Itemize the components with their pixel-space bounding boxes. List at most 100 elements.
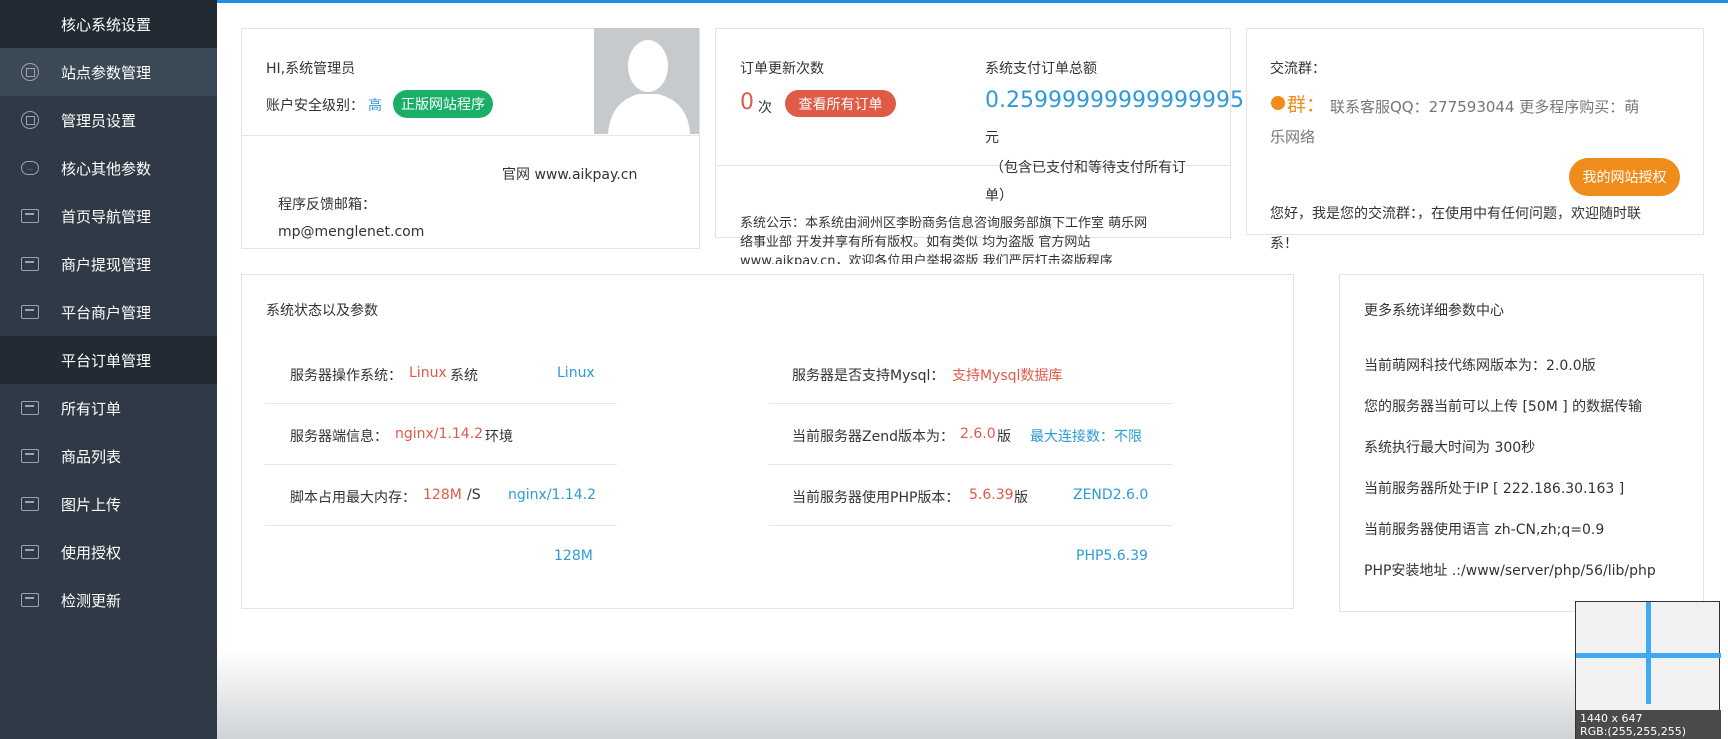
feedback-label: 程序反馈邮箱： xyxy=(278,197,376,213)
box-icon xyxy=(20,302,40,322)
status-title: 系统状态以及参数 xyxy=(266,303,378,319)
server-label: 服务器端信息： xyxy=(290,429,388,445)
sidebar-item-3[interactable]: ... 核心其他参数 xyxy=(0,144,217,192)
memory-right-value-2: 128M xyxy=(554,548,593,564)
user-silhouette-icon xyxy=(608,40,690,134)
box-icon xyxy=(20,398,40,418)
sidebar: 核心系统设置 站点参数管理 管理员设置... 核心其他参数 首页导航管理 商户提现管理 平台… xyxy=(0,0,217,739)
picker-info: 1440 x 647 RGB:(255,255,255) xyxy=(1576,710,1721,739)
detail-upload-limit: 您的服务器当前可以上传 [50M ] 的数据传输 xyxy=(1364,399,1643,415)
detail-server-ip: 当前服务器所处于IP [ 222.186.30.163 ] xyxy=(1364,481,1625,497)
system-notice-line-3: www.aikpay.cn，欢迎各位用户举报盗版 我们严厉打击盗版程序 xyxy=(740,254,1113,264)
sidebar-item-8[interactable]: 所有订单 xyxy=(0,384,217,432)
view-all-orders-button[interactable]: 查看所有订单 xyxy=(785,90,896,117)
sidebar-item-label: 核心系统设置 xyxy=(61,15,152,34)
sidebar-item-label: 使用授权 xyxy=(61,543,122,562)
feedback-email[interactable]: mp@menglenet.com xyxy=(278,224,424,240)
sidebar-item-9[interactable]: 商品列表 xyxy=(0,432,217,480)
order-times-unit: 次 xyxy=(758,100,772,116)
detail-max-time: 系统执行最大时间为 300秒 xyxy=(1364,440,1536,456)
sidebar-item-label: 核心其他参数 xyxy=(61,159,152,178)
security-level: 高 xyxy=(368,98,382,114)
sidebar-item-label: 商户提现管理 xyxy=(61,255,152,274)
os-right-value: Linux xyxy=(557,365,595,381)
zend-value: 2.6.0 xyxy=(960,426,996,442)
color-picker-overlay: 1440 x 647 RGB:(255,255,255) xyxy=(1575,601,1721,739)
server-suffix: 环境 xyxy=(485,429,513,445)
payment-total-note-end: 单） xyxy=(985,188,1013,204)
php-value: 5.6.39 xyxy=(969,487,1014,503)
sidebar-item-0[interactable]: 核心系统设置 xyxy=(0,0,217,48)
circle-icon xyxy=(20,62,40,82)
box-icon xyxy=(20,446,40,466)
circle-icon xyxy=(20,110,40,130)
zend-suffix: 版 xyxy=(997,429,1011,445)
sidebar-item-label: 检测更新 xyxy=(61,591,122,610)
sidebar-item-10[interactable]: 图片上传 xyxy=(0,480,217,528)
payment-total-note: （包含已支付和等待支付所有订 xyxy=(990,160,1186,176)
sidebar-item-label: 管理员设置 xyxy=(61,111,137,130)
sidebar-item-label: 站点参数管理 xyxy=(61,63,152,82)
php-label: 当前服务器使用PHP版本： xyxy=(792,490,960,506)
security-label: 账户安全级别： xyxy=(266,98,364,114)
sidebar-item-label: 所有订单 xyxy=(61,399,122,418)
sidebar-item-6[interactable]: 平台商户管理 xyxy=(0,288,217,336)
community-title: 交流群： xyxy=(1270,61,1326,77)
zend-label: 当前服务器Zend版本为： xyxy=(792,429,954,445)
my-site-auth-button[interactable]: 我的网站授权 xyxy=(1569,158,1680,196)
official-website[interactable]: 官网 www.aikpay.cn xyxy=(502,164,637,184)
genuine-program-button[interactable]: 正版网站程序 xyxy=(393,90,493,118)
memory-label: 脚本占用最大内存： xyxy=(290,490,416,506)
memory-value: 128M xyxy=(423,487,462,503)
zend-right-value: 最大连接数：不限 xyxy=(1030,429,1142,445)
sidebar-item-11[interactable]: 使用授权 xyxy=(0,528,217,576)
mysql-label: 服务器是否支持Mysql： xyxy=(792,368,945,384)
sidebar-item-1[interactable]: 站点参数管理 xyxy=(0,48,217,96)
sidebar-item-label: 平台订单管理 xyxy=(61,351,152,370)
box-icon xyxy=(20,494,40,514)
php-suffix: 版 xyxy=(1014,490,1028,506)
sidebar-item-2[interactable]: 管理员设置 xyxy=(0,96,217,144)
sidebar-item-label: 商品列表 xyxy=(61,447,122,466)
memory-right-value: nginx/1.14.2 xyxy=(508,487,597,503)
detail-language: 当前服务器使用语言 zh-CN,zh;q=0.9 xyxy=(1364,522,1605,538)
payment-total-value: 0.25999999999999995 xyxy=(985,88,1244,113)
avatar xyxy=(594,28,699,134)
chat-icon: ... xyxy=(20,158,40,178)
detail-php-path: PHP安装地址 .:/www/server/php/56/lib/php xyxy=(1364,563,1656,579)
box-icon xyxy=(20,542,40,562)
order-update-label: 订单更新次数 xyxy=(740,61,824,77)
sidebar-item-5[interactable]: 商户提现管理 xyxy=(0,240,217,288)
sidebar-item-7[interactable]: 平台订单管理 xyxy=(0,336,217,384)
group-badge-icon xyxy=(1271,96,1285,110)
group-badge: 群： xyxy=(1287,94,1326,116)
box-icon xyxy=(20,206,40,226)
system-notice: 系统公示：本系统由涧州区李盼商务信息咨询服务部旗下工作室 萌乐网 xyxy=(740,216,1148,231)
sidebar-item-label: 平台商户管理 xyxy=(61,303,152,322)
php-right-value: ZEND2.6.0 xyxy=(1073,487,1149,503)
payment-total-label: 系统支付订单总额 xyxy=(985,61,1097,77)
detail-version: 当前萌网科技代练网版本为：2.0.0版 xyxy=(1364,358,1596,374)
sidebar-item-label: 图片上传 xyxy=(61,495,122,514)
sidebar-item-4[interactable]: 首页导航管理 xyxy=(0,192,217,240)
sidebar-item-label: 首页导航管理 xyxy=(61,207,152,226)
mysql-value: 支持Mysql数据库 xyxy=(952,368,1063,384)
contact-info-line-2: 乐网络 xyxy=(1270,128,1316,146)
os-suffix: 系统 xyxy=(450,368,478,384)
top-accent-bar xyxy=(217,0,1728,3)
system-notice-line-2: 络事业部 开发并享有所有版权。如有类似 均为盗版 官方网站 xyxy=(740,235,1091,250)
server-value: nginx/1.14.2 xyxy=(395,426,484,442)
memory-suffix: /S xyxy=(467,487,481,503)
order-update-count: 0 xyxy=(740,90,754,115)
box-icon xyxy=(20,254,40,274)
box-icon xyxy=(20,590,40,610)
os-label: 服务器操作系统： xyxy=(290,368,402,384)
welcome-message: 您好，我是您的交流群：，在使用中有任何问题，欢迎随时联 xyxy=(1270,206,1641,222)
sidebar-item-12[interactable]: 检测更新 xyxy=(0,576,217,624)
crosshair-horizontal xyxy=(1576,653,1721,658)
os-value: Linux xyxy=(409,365,447,381)
bottom-fade xyxy=(217,650,1575,739)
welcome-message-end: 系！ xyxy=(1270,236,1298,252)
contact-info: 联系客服QQ：277593044 更多程序购买：萌 xyxy=(1330,98,1640,116)
detail-title: 更多系统详细参数中心 xyxy=(1364,303,1504,319)
